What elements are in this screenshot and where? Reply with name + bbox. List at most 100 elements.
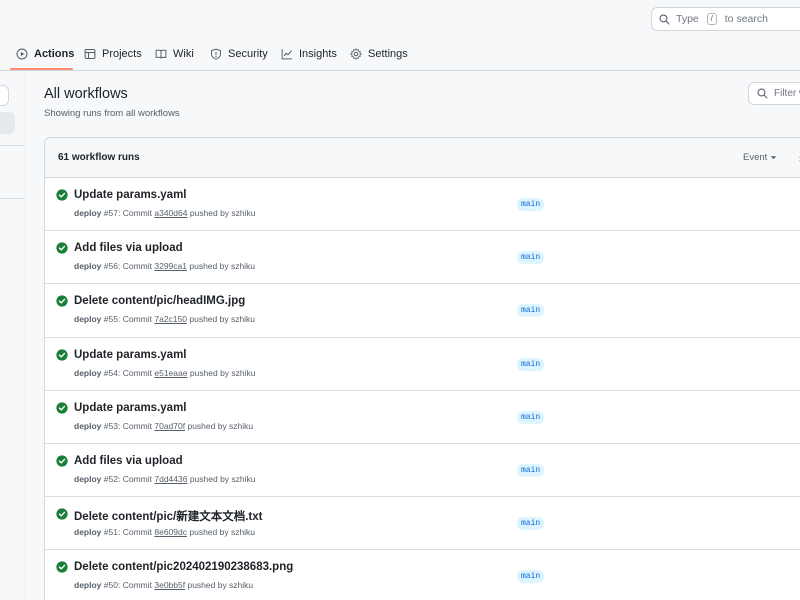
success-check-circle: [56, 508, 68, 520]
branch-label[interactable]: main: [517, 198, 545, 211]
tab-settings[interactable]: Settings: [350, 38, 408, 70]
run-row[interactable]: Add files via upload deploy #56: Commit …: [45, 231, 800, 285]
success-check-circle: [56, 295, 68, 307]
tab-security-label: Security: [228, 48, 268, 60]
repo-tab-nav: Actions Projects Wiki Security Insights …: [0, 38, 800, 71]
run-title-link[interactable]: Update params.yaml: [74, 349, 187, 361]
run-number: #54: [103, 367, 118, 378]
run-row[interactable]: Delete content/pic/headIMG.jpg deploy #5…: [45, 284, 800, 338]
branch-label[interactable]: main: [517, 463, 545, 477]
branch-label[interactable]: main: [517, 251, 545, 265]
run-number: #56: [103, 261, 118, 272]
tab-security[interactable]: Security: [210, 38, 268, 70]
sidebar-item-all-workflows[interactable]: [0, 112, 15, 134]
run-row[interactable]: Update params.yaml deploy #57: Commit a3…: [45, 178, 800, 232]
run-pushed-by: pushed by szhiku: [189, 261, 256, 272]
branch-label[interactable]: main: [517, 410, 545, 424]
run-title-link[interactable]: Delete content/pic/headIMG.jpg: [74, 295, 245, 307]
success-check-icon: [56, 402, 68, 414]
run-list: Update params.yaml deploy #57: Commit a3…: [45, 178, 800, 600]
run-commit-label: Commit: [122, 208, 152, 218]
branch-label[interactable]: main: [517, 570, 545, 584]
tab-actions[interactable]: Actions: [16, 38, 74, 70]
shield-icon: [211, 48, 221, 60]
run-row[interactable]: Update params.yaml deploy #53: Commit 70…: [45, 391, 800, 444]
success-check-icon: [56, 455, 68, 467]
tab-wiki-label: Wiki: [173, 48, 194, 60]
run-meta: deploy #56: Commit 3299ca1 pushed by szh…: [74, 261, 256, 272]
sidebar-separator: [0, 198, 24, 199]
run-title-link[interactable]: Add files via upload: [74, 242, 183, 254]
run-meta: deploy #51: Commit 8e609dc pushed by szh…: [74, 527, 256, 538]
run-title-link[interactable]: Add files via upload: [74, 455, 183, 467]
run-commit-sha-link[interactable]: 7dd4436: [154, 474, 187, 484]
run-number: #57: [103, 208, 118, 218]
search-input[interactable]: Type / to search: [651, 7, 800, 31]
run-workflow-name: deploy: [74, 208, 102, 218]
search-icon: [757, 88, 768, 99]
event-filter-dropdown[interactable]: Event: [743, 152, 777, 163]
filter-runs-input[interactable]: Filter w: [748, 82, 800, 105]
success-check-circle: [56, 242, 68, 254]
graph-icon: [281, 49, 292, 60]
page-title: All workflows: [44, 86, 128, 102]
run-title-link[interactable]: Update params.yaml: [74, 402, 187, 414]
run-pushed-by: pushed by szhiku: [189, 314, 256, 325]
top-header: Type / to search: [0, 0, 800, 38]
tab-insights-label: Insights: [299, 48, 337, 60]
tab-settings-label: Settings: [368, 48, 408, 60]
run-commit-label: Commit: [122, 261, 152, 272]
tab-projects[interactable]: Projects: [84, 38, 142, 70]
run-workflow-name: deploy: [74, 527, 102, 538]
run-meta: deploy #50: Commit 3e0bb5f pushed by szh…: [74, 580, 254, 591]
run-commit-sha-link[interactable]: 3e0bb5f: [154, 580, 185, 590]
run-commit-sha-link[interactable]: e51eaae: [154, 368, 187, 378]
success-check-circle: [56, 348, 68, 361]
branch-label[interactable]: main: [517, 517, 545, 531]
run-number: #51: [103, 527, 118, 538]
run-commit-sha-link[interactable]: a340d64: [154, 208, 187, 218]
run-workflow-name: deploy: [74, 420, 102, 431]
branch-label[interactable]: main: [517, 304, 545, 318]
run-commit-label: Commit: [122, 420, 152, 431]
run-commit-sha-link[interactable]: 8e609dc: [154, 527, 187, 537]
gear-icon: [350, 48, 362, 60]
run-workflow-name: deploy: [74, 314, 102, 325]
run-meta: deploy #55: Commit 7a2c150 pushed by szh…: [74, 314, 256, 325]
run-number: #52: [103, 473, 118, 484]
run-workflow-name: deploy: [74, 261, 102, 272]
run-title-link[interactable]: Update params.yaml: [74, 189, 187, 201]
run-row[interactable]: Delete content/pic/新建文本文档.txt deploy #51…: [45, 497, 800, 551]
run-row[interactable]: Delete content/pic202402190238683.png de…: [45, 550, 800, 600]
tab-wiki[interactable]: Wiki: [155, 38, 194, 70]
success-check-icon: [56, 348, 68, 361]
branch-label[interactable]: main: [517, 357, 545, 371]
run-meta: deploy #52: Commit 7dd4436 pushed by szh…: [74, 473, 256, 484]
book-icon: [155, 49, 167, 59]
search-icon: [659, 13, 670, 25]
run-title-link[interactable]: Delete content/pic/新建文本文档.txt: [74, 508, 263, 524]
selected-tab-indicator: [10, 68, 73, 70]
run-workflow-name: deploy: [74, 473, 102, 484]
success-check-icon: [56, 189, 68, 201]
run-number: #55: [103, 314, 118, 325]
sidebar-divider: [24, 71, 25, 600]
search-prefix: Type: [676, 13, 699, 25]
run-meta: deploy #53: Commit 70ad70f pushed by szh…: [74, 420, 254, 431]
tab-insights[interactable]: Insights: [281, 38, 337, 70]
run-commit-sha-link[interactable]: 7a2c150: [154, 314, 187, 324]
sidebar-new-workflow-button[interactable]: [0, 85, 9, 106]
run-workflow-name: deploy: [74, 367, 102, 378]
success-check-icon: [56, 561, 68, 573]
run-commit-sha-link[interactable]: 3299ca1: [154, 261, 187, 271]
runs-header: 61 workflow runs Event S: [45, 138, 800, 178]
run-meta: deploy #54: Commit e51eaae pushed by szh…: [74, 367, 256, 378]
event-filter-label: Event: [743, 152, 768, 163]
run-row[interactable]: Add files via upload deploy #52: Commit …: [45, 444, 800, 498]
run-row[interactable]: Update params.yaml deploy #54: Commit e5…: [45, 338, 800, 391]
runs-count: 61 workflow runs: [58, 152, 140, 163]
run-commit-sha-link[interactable]: 70ad70f: [154, 421, 185, 431]
run-number: #53: [103, 420, 118, 431]
success-check-circle: [56, 402, 68, 414]
run-title-link[interactable]: Delete content/pic202402190238683.png: [74, 561, 293, 573]
